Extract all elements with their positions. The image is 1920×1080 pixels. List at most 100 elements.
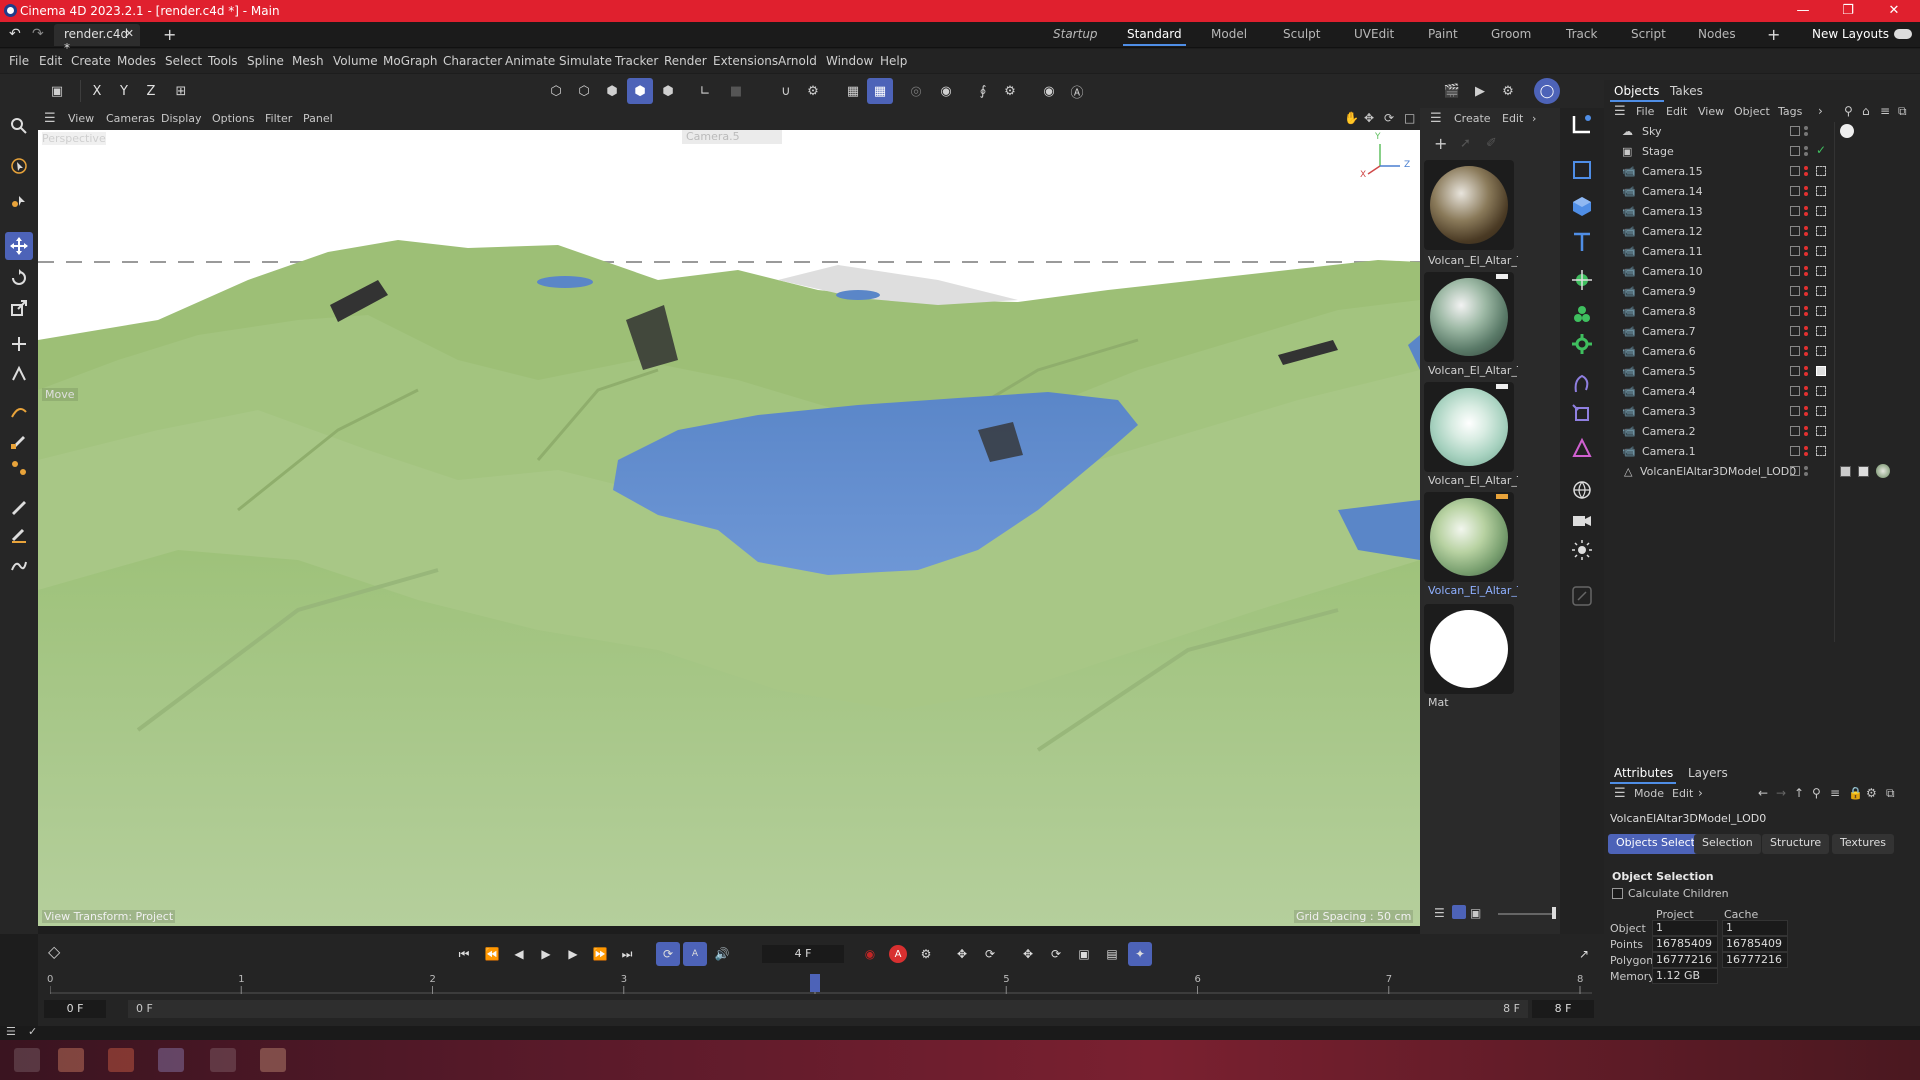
new-layouts-toggle[interactable]: [1894, 29, 1912, 39]
menu-extensions[interactable]: Extensions: [713, 54, 778, 68]
layout-paint[interactable]: Paint: [1428, 27, 1458, 41]
large-view-icon[interactable]: ▣: [1470, 906, 1481, 920]
next-frame-icon[interactable]: ▶: [561, 942, 585, 966]
filter-icon[interactable]: ≡: [1880, 104, 1890, 118]
menu-window[interactable]: Window: [826, 54, 873, 68]
taskbar-app-icon[interactable]: [210, 1048, 236, 1072]
rotate-tool-icon[interactable]: [5, 264, 33, 292]
volume-object-icon[interactable]: [1568, 434, 1596, 462]
menu-render[interactable]: Render: [664, 54, 707, 68]
object-row[interactable]: 📹 Camera.6: [1604, 342, 1834, 362]
motion-path-icon[interactable]: ✥: [1016, 942, 1040, 966]
object-row[interactable]: 📹 Camera.1: [1604, 442, 1834, 462]
interactive-render-icon[interactable]: ◯: [1534, 78, 1560, 104]
object-row[interactable]: 📹 Camera.7: [1604, 322, 1834, 342]
visibility-flags[interactable]: ✓: [1790, 143, 1834, 158]
visibility-flags[interactable]: [1790, 346, 1834, 358]
material-swatch[interactable]: [1424, 492, 1514, 582]
previous-keyframe-icon[interactable]: ⏪: [480, 942, 504, 966]
mode-toggle-icon[interactable]: ▣: [44, 78, 70, 104]
new-layouts-label[interactable]: New Layouts: [1812, 27, 1889, 41]
objects-menu-edit[interactable]: Edit: [1666, 105, 1687, 118]
attributes-menu-icon[interactable]: ☰: [1614, 786, 1626, 801]
object-row[interactable]: ▣ Stage ✓: [1604, 142, 1834, 162]
object-row[interactable]: 📹 Camera.12: [1604, 222, 1834, 242]
viewport-menu-filter[interactable]: Filter: [265, 112, 292, 125]
environment-object-icon[interactable]: [1568, 476, 1596, 504]
arnold-icon[interactable]: Ⓐ: [1064, 78, 1090, 104]
filter-icon[interactable]: ≡: [1830, 786, 1840, 800]
current-frame-field[interactable]: 4 F: [762, 945, 844, 963]
plugin-object-icon[interactable]: [1568, 582, 1596, 610]
view-name-label[interactable]: Perspective: [42, 132, 106, 145]
search-icon[interactable]: ⚲: [1812, 786, 1821, 800]
zoom-slider[interactable]: [1498, 913, 1556, 915]
object-row[interactable]: 📹 Camera.5: [1604, 362, 1834, 382]
attributes-menu-edit[interactable]: Edit: [1672, 787, 1693, 800]
tab-structure[interactable]: Structure: [1762, 834, 1830, 854]
viewport-menu-panel[interactable]: Panel: [303, 112, 333, 125]
layout-nodes[interactable]: Nodes: [1698, 27, 1736, 41]
object-row[interactable]: 📹 Camera.2: [1604, 422, 1834, 442]
visibility-flags[interactable]: [1790, 186, 1834, 198]
menu-spline[interactable]: Spline: [247, 54, 284, 68]
material-swatch[interactable]: [1424, 272, 1514, 362]
object-row[interactable]: 📹 Camera.13: [1604, 202, 1834, 222]
transform-tool-icon[interactable]: [5, 188, 33, 216]
end-frame-field[interactable]: 8 F: [1532, 1000, 1594, 1018]
menu-animate[interactable]: Animate: [505, 54, 555, 68]
autokey-icon[interactable]: A: [886, 942, 910, 966]
zoom-icon[interactable]: [5, 112, 33, 140]
previous-frame-icon[interactable]: ◀: [507, 942, 531, 966]
objects-menu-tags[interactable]: Tags: [1778, 105, 1802, 118]
calculate-children-checkbox[interactable]: [1612, 888, 1623, 899]
taskbar-app-icon[interactable]: [14, 1048, 40, 1072]
texture-mode-icon[interactable]: ■: [723, 78, 749, 104]
playhead[interactable]: [810, 974, 820, 992]
object-row[interactable]: 📹 Camera.9: [1604, 282, 1834, 302]
null-object-icon[interactable]: [1568, 110, 1596, 138]
visibility-flags[interactable]: [1790, 306, 1834, 318]
tab-takes[interactable]: Takes: [1670, 84, 1703, 98]
lock-icon[interactable]: 🔒: [1848, 786, 1863, 800]
sound-icon[interactable]: 🔊: [710, 942, 734, 966]
layout-standard[interactable]: Standard: [1123, 27, 1186, 46]
tab-objects[interactable]: Objects: [1614, 84, 1659, 98]
axis-y-lock[interactable]: Y: [111, 78, 137, 104]
camera-object-icon[interactable]: [1568, 506, 1596, 534]
frame-range-bar[interactable]: 0 F 8 F: [128, 1000, 1528, 1018]
menu-help[interactable]: Help: [880, 54, 907, 68]
taskbar-app-icon[interactable]: [158, 1048, 184, 1072]
grid-view-icon[interactable]: [1452, 905, 1466, 919]
objects-menu-view[interactable]: View: [1698, 105, 1724, 118]
effector-object-icon[interactable]: [1568, 330, 1596, 358]
zoom-slider-handle[interactable]: [1552, 907, 1556, 919]
material-label[interactable]: Volcan_El_Altar_Te: [1428, 474, 1518, 487]
go-to-end-icon[interactable]: ⏭: [615, 942, 639, 966]
go-to-start-icon[interactable]: ⏮: [452, 942, 476, 966]
maximize-view-icon[interactable]: □: [1404, 111, 1415, 125]
taskbar-app-icon[interactable]: [260, 1048, 286, 1072]
next-keyframe-icon[interactable]: ⏩: [588, 942, 612, 966]
light-object-icon[interactable]: [1568, 536, 1596, 564]
up-arrow-icon[interactable]: ↑: [1794, 786, 1804, 800]
position-key-icon[interactable]: ✥: [950, 942, 974, 966]
text-object-icon[interactable]: [1568, 228, 1596, 256]
timeline-window-icon[interactable]: ↗: [1572, 942, 1596, 966]
menu-tools[interactable]: Tools: [208, 54, 238, 68]
material-label[interactable]: Volcan_El_Altar_Te: [1428, 364, 1518, 377]
visibility-flags[interactable]: [1790, 206, 1834, 218]
mograph-cloner-icon[interactable]: [1568, 300, 1596, 328]
settings-icon[interactable]: ⚙: [1866, 786, 1877, 800]
playback-rate-icon[interactable]: A: [683, 942, 707, 966]
visibility-flags[interactable]: [1790, 226, 1834, 238]
menu-arnold[interactable]: Arnold: [778, 54, 817, 68]
layout-model[interactable]: Model: [1211, 27, 1247, 41]
list-view-icon[interactable]: ☰: [1434, 906, 1445, 920]
point-level-anim-icon[interactable]: ✦: [1128, 942, 1152, 966]
sculpt-brush-icon[interactable]: [5, 552, 33, 580]
magnet-snap-icon[interactable]: ∪: [773, 78, 799, 104]
object-row[interactable]: 📹 Camera.10: [1604, 262, 1834, 282]
new-window-icon[interactable]: ⧉: [1886, 786, 1895, 801]
visibility-flags[interactable]: [1790, 246, 1834, 258]
